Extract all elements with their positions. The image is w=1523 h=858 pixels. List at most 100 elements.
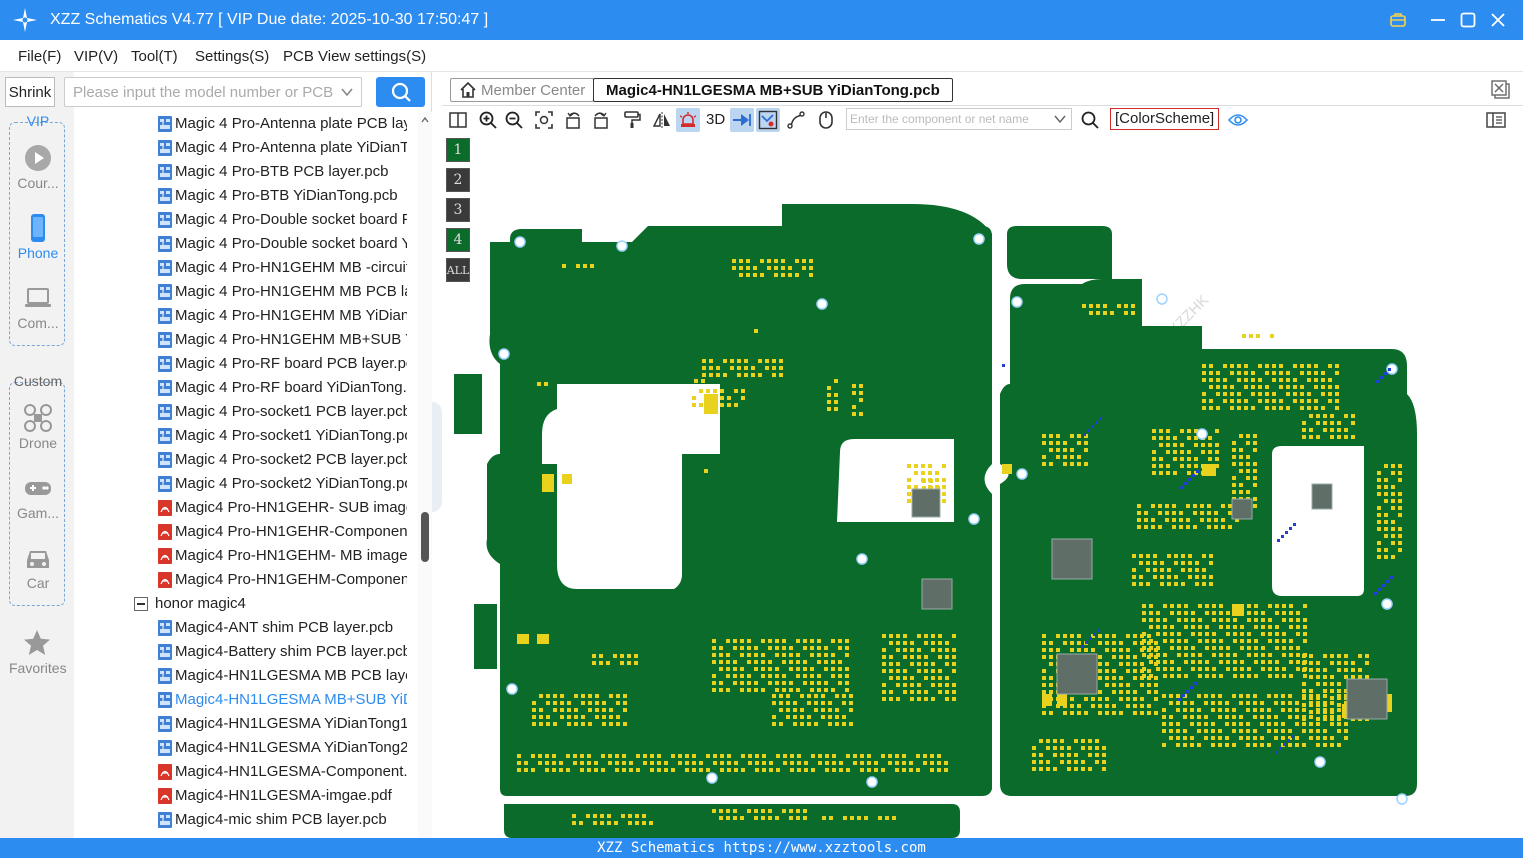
zoom-out-button[interactable] (502, 108, 526, 132)
tree-file[interactable]: Magic 4 Pro-RF board YiDianTong.pcb (74, 376, 418, 400)
tree-file[interactable]: Magic4-ANT shim PCB layer.pcb (74, 616, 418, 640)
close-button[interactable] (1486, 8, 1510, 32)
chevron-down-icon[interactable] (339, 84, 355, 100)
briefcase-icon[interactable] (1386, 8, 1410, 32)
mouse-mode-button[interactable] (814, 108, 838, 132)
close-tabs-icon[interactable] (1491, 80, 1511, 100)
rail-item-car[interactable]: Car (10, 543, 66, 591)
component-search-input[interactable] (847, 109, 1052, 129)
tree-file[interactable]: Magic 4 Pro-socket2 YiDianTong.pcb (74, 472, 418, 496)
search-button[interactable] (376, 77, 425, 107)
tree-file[interactable]: Magic 4 Pro-HN1GEHM MB+SUB YiDianTong.pc… (74, 328, 418, 352)
zoom-in-button[interactable] (476, 108, 500, 132)
pcb-canvas[interactable]: XZZ@XZZHK XZZ@XZZHK (442, 134, 1523, 838)
rail-item-computer[interactable]: Com... (10, 283, 66, 331)
tree-file[interactable]: Magic4-HN1LGESMA MB+SUB YiDianTong.pcb (74, 688, 418, 712)
rotate-left-button[interactable] (562, 108, 586, 132)
layer-button-1[interactable]: 1 (446, 138, 470, 162)
pcb-via (1291, 735, 1294, 738)
side-panel-toggle[interactable] (1484, 108, 1508, 132)
tab-member-center[interactable]: Member Center (450, 78, 595, 102)
layer-button-4[interactable]: 4 (446, 228, 470, 252)
tree-file[interactable]: Magic4-mic shim PCB layer.pcb (74, 808, 418, 832)
tree-file[interactable]: Magic4-Battery shim PCB layer.pcb (74, 640, 418, 664)
tree-file[interactable]: Magic 4 Pro-BTB YiDianTong.pcb (74, 184, 418, 208)
tree-file[interactable]: Magic 4 Pro-socket2 PCB layer.pcb (74, 448, 418, 472)
pcb-pad (1187, 436, 1191, 440)
tree-file[interactable]: Magic4 Pro-HN1GEHM- MB image.pdf (74, 544, 418, 568)
tree-file[interactable]: Magic 4 Pro-socket1 PCB layer.pcb (74, 400, 418, 424)
tree-file[interactable]: Magic4 Pro-HN1GEHR- SUB image.pdf (74, 496, 418, 520)
tab-active-file[interactable]: Magic4-HN1LGESMA MB+SUB YiDianTong.pcb (593, 78, 953, 102)
layer-button-2[interactable]: 2 (446, 168, 470, 192)
tree-file[interactable]: Magic4-HN1LGESMA-Component.pdf (74, 760, 418, 784)
pin-mode-button[interactable] (730, 108, 754, 132)
rail-item-phone[interactable]: Phone (10, 213, 66, 261)
rail-item-label: Com... (17, 315, 59, 331)
pcb-pad (1267, 715, 1271, 719)
menu-tool[interactable]: Tool(T) (131, 48, 178, 65)
tree-file[interactable]: Magic 4 Pro-socket1 YiDianTong.pcb (74, 424, 418, 448)
tree-file[interactable]: Magic 4 Pro-HN1GEHM MB -circuit.pcb (74, 256, 418, 280)
split-view-button[interactable] (446, 108, 470, 132)
collapse-icon[interactable] (134, 597, 148, 611)
format-painter-button[interactable] (620, 108, 644, 132)
side-panel-icon (1486, 112, 1506, 128)
3d-view-button[interactable]: 3D (706, 111, 725, 128)
pcb-board-drawing[interactable] (442, 134, 1523, 838)
visibility-button[interactable] (1226, 108, 1250, 132)
tree-file[interactable]: Magic4-HN1LGESMA YiDianTong2.pcb (74, 736, 418, 760)
pcb-pad (903, 683, 907, 687)
color-scheme-button[interactable]: [ColorScheme] (1110, 108, 1220, 130)
collapse-panel-handle[interactable] (432, 402, 442, 512)
pcb-pad (885, 816, 889, 820)
layer-button-all[interactable]: ALL (446, 258, 470, 282)
pcb-pad (822, 816, 826, 820)
tree-file[interactable]: Magic 4 Pro-RF board PCB layer.pcb (74, 352, 418, 376)
tree-file[interactable]: Magic 4 Pro-HN1GEHM MB YiDianTong.pcb (74, 304, 418, 328)
pcb-pad (643, 761, 647, 765)
tree-file[interactable]: Magic 4 Pro-HN1GEHM MB PCB layer.pcb (74, 280, 418, 304)
trace-button[interactable] (784, 108, 808, 132)
scrollbar-thumb[interactable] (421, 512, 429, 562)
fit-view-button[interactable] (532, 108, 556, 132)
rotate-right-button[interactable] (588, 108, 612, 132)
rail-item-favorites[interactable]: Favorites (9, 628, 67, 676)
menu-file[interactable]: File(F) (18, 48, 61, 65)
layer-button-3[interactable]: 3 (446, 198, 470, 222)
menu-vip[interactable]: VIP(V) (74, 48, 118, 65)
pcb-pad (838, 660, 842, 664)
menu-pcb-view-settings[interactable]: PCB View settings(S) (283, 48, 426, 65)
shrink-button[interactable]: Shrink (5, 77, 55, 107)
tree-scrollbar[interactable] (418, 112, 432, 838)
pcb-pad (1232, 729, 1236, 733)
highlight-net-button[interactable] (676, 108, 700, 132)
tree-file[interactable]: Magic4-HN1LGESMA YiDianTong1.pcb (74, 712, 418, 736)
maximize-button[interactable] (1456, 8, 1480, 32)
pcb-pad (839, 761, 843, 765)
menu-settings[interactable]: Settings(S) (195, 48, 269, 65)
tree-file[interactable]: Magic 4 Pro-Antenna plate PCB layer.pcb (74, 112, 418, 136)
rail-item-courses[interactable]: Cour... (10, 143, 66, 191)
tree-file[interactable]: Magic4-HN1LGESMA-imgae.pdf (74, 784, 418, 808)
component-search-button[interactable] (1078, 108, 1102, 132)
tree-file[interactable]: Magic 4 Pro-Antenna plate YiDianTong.pcb (74, 136, 418, 160)
tree-file[interactable]: Magic 4 Pro-Double socket board PCB laye… (74, 208, 418, 232)
tree-file[interactable]: Magic4 Pro-HN1GEHM-Component.pdf (74, 568, 418, 592)
chevron-down-icon[interactable] (1053, 112, 1067, 126)
tree-folder[interactable]: honor magic4 (74, 592, 418, 616)
rail-item-drone[interactable]: Drone (10, 403, 66, 451)
model-search-input[interactable] (65, 78, 335, 106)
tree-file[interactable]: Magic 4 Pro-BTB PCB layer.pcb (74, 160, 418, 184)
tree-file[interactable]: Magic 4 Pro-Double socket board YiDianTo… (74, 232, 418, 256)
scroll-up-icon[interactable] (421, 116, 429, 124)
tree-file[interactable]: Magic4 Pro-HN1GEHR-Component.pdf (74, 520, 418, 544)
rail-item-game[interactable]: Gam... (10, 473, 66, 521)
select-area-button[interactable] (756, 108, 780, 132)
minimize-button[interactable] (1426, 8, 1450, 32)
pcb-pad (576, 264, 580, 268)
pcb-pad (1190, 743, 1194, 747)
tree-file[interactable]: Magic4-HN1LGESMA MB PCB layer.pcb (74, 664, 418, 688)
mirror-button[interactable] (650, 108, 674, 132)
pcb-pad (1302, 668, 1306, 672)
